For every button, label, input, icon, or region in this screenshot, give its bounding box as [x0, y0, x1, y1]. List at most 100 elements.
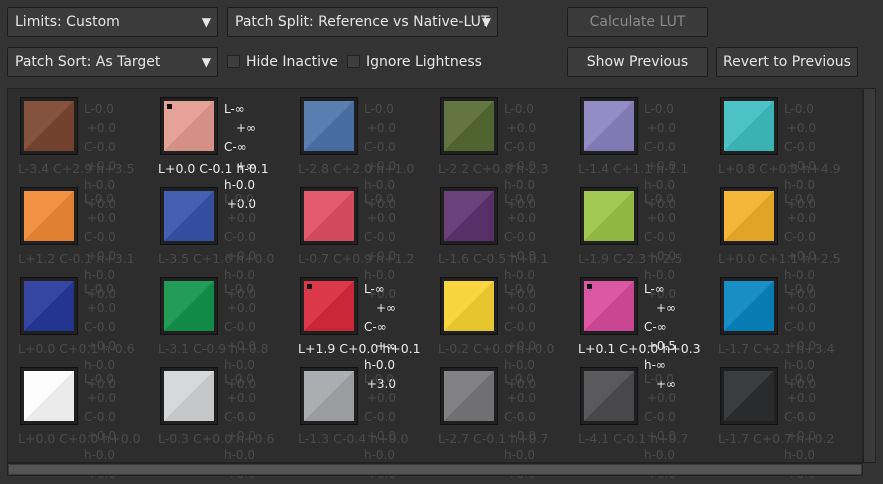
color-patch[interactable]: L-0.0+0.0 C-0.0+0.0 h-0.0+0.0 L-2.2 C+0.8 h…	[428, 89, 568, 211]
patch-limit-c-min: C-0.0	[224, 230, 256, 244]
patch-limit-l: L-0.0 +0.0	[784, 190, 848, 228]
show-previous-button[interactable]: Show Previous	[567, 47, 708, 77]
patch-swatch[interactable]	[720, 97, 778, 155]
patch-grid: L-0.0+0.0 C-0.0+0.0 h-0.0+0.0 L-3.4 C+2.9 h…	[7, 88, 863, 481]
color-patch[interactable]: L-0.0+0.0 C-0.0+0.0 h-0.0+0.0 L-1.6 C-0.5 h…	[428, 179, 568, 301]
color-patch[interactable]: L-0.0+0.0 C-0.0+0.0 h-0.0+0.0 L-0.2 C+0.0 h…	[428, 269, 568, 391]
color-patch[interactable]: L-∞+∞ C-∞+∞ h-0.0+0.0 L+0.0 C-0.1 h-0.1	[148, 89, 288, 211]
patch-swatch[interactable]	[720, 367, 778, 425]
patch-limit-l: L-0.0 +0.0	[644, 100, 708, 138]
color-patch[interactable]: L-0.0+0.0 C-0.0+0.0 h-0.0+0.0 L-3.1 C-0.9 h…	[148, 269, 288, 391]
patch-swatch[interactable]	[300, 367, 358, 425]
vertical-scrollbar[interactable]	[863, 88, 876, 463]
patch-split-dropdown[interactable]: Patch Split: Reference vs Native-LUT ▼	[227, 7, 498, 37]
active-marker-icon	[307, 284, 312, 289]
patch-limit-c-min: C-0.0	[364, 230, 396, 244]
patch-swatch[interactable]	[300, 187, 358, 245]
color-patch[interactable]: L-0.0+0.0 C-0.0+0.0 h-0.0+0.0 L+1.2 C-0.1 h…	[8, 179, 148, 301]
color-patch[interactable]: L-0.0+0.0 C-0.0+0.0 h-0.0+0.0 L-1.4 C+1.1 h…	[568, 89, 708, 211]
color-patch[interactable]: L-0.0+0.0C-0.0+0.0h-0.0+0.0L-4.1 C-0.1 h…	[568, 359, 708, 481]
patch-limit-l: L-0.0 +0.0	[504, 280, 568, 318]
patch-swatch[interactable]	[160, 187, 218, 245]
patch-limit-l: L-0.0 +0.0	[224, 370, 288, 408]
patch-swatch[interactable]	[20, 187, 78, 245]
patch-swatch[interactable]	[580, 187, 638, 245]
patch-swatch[interactable]	[440, 187, 498, 245]
patch-swatch-color	[724, 281, 774, 331]
patch-limit-l-min: L-0.0	[504, 192, 534, 206]
patch-limit-l-min: L-0.0	[84, 102, 114, 116]
color-patch[interactable]: L-0.0+0.0C-0.0+0.0h-0.0+0.0L+0.0 C+0.0 h…	[8, 359, 148, 481]
patch-swatch[interactable]	[300, 277, 358, 335]
horizontal-scrollbar[interactable]	[7, 463, 863, 476]
patch-swatch-color	[164, 191, 214, 241]
patch-swatch-color	[304, 371, 354, 421]
patch-limit-l-max: +0.0	[786, 391, 816, 405]
patch-limit-l-max: +∞	[655, 301, 676, 315]
patch-swatch[interactable]	[20, 277, 78, 335]
patch-swatch-color	[584, 101, 634, 151]
active-marker-icon	[587, 284, 592, 289]
ignore-lightness-checkbox-box[interactable]	[347, 55, 360, 68]
patch-delta: L-1.7 C+2.1 h+3.4	[718, 341, 835, 356]
patch-swatch[interactable]	[160, 97, 218, 155]
patch-swatch[interactable]	[580, 97, 638, 155]
patch-sort-dropdown[interactable]: Patch Sort: As Target ▼	[7, 47, 218, 77]
color-patch[interactable]: L-0.0+0.0C-0.0+0.0h-0.0+0.0L-2.7 C-0.1 h…	[428, 359, 568, 481]
patch-sort-dropdown-label: Patch Sort: As Target	[15, 54, 161, 70]
patch-swatch[interactable]	[20, 367, 78, 425]
patch-limit-l: L-0.0 +0.0	[784, 100, 848, 138]
ignore-lightness-checkbox[interactable]: Ignore Lightness	[347, 53, 482, 71]
color-patch[interactable]: L-0.0+0.0 C-0.0+0.0 h-0.0+0.0 L-1.9 C-2.3 h…	[568, 179, 708, 301]
color-patch[interactable]: L-∞+∞ C-∞+0.5 h-∞+∞ L+0.1 C+0.0 h+0.3	[568, 269, 708, 391]
color-patch[interactable]: L-0.0+0.0 C-0.0+0.0 h-0.0+0.0 L-1.7 C+2.1 h…	[708, 269, 848, 391]
hide-inactive-checkbox[interactable]: Hide Inactive	[227, 53, 338, 71]
patch-swatch-color	[724, 101, 774, 151]
patch-limit-l-max: +0.0	[366, 121, 396, 135]
calculate-lut-button[interactable]: Calculate LUT	[567, 7, 708, 37]
color-patch[interactable]: L-0.0+0.0 C-0.0+0.0 h-0.0+0.0 L+0.0 C+0.1 h…	[8, 269, 148, 391]
patch-limit-c-min: C-0.0	[784, 320, 816, 334]
patch-limit-l: L-0.0 +0.0	[84, 370, 148, 408]
patch-limit-l-min: L-0.0	[224, 282, 254, 296]
patch-limit-c-min: C-0.0	[644, 230, 676, 244]
limits-dropdown[interactable]: Limits: Custom ▼	[7, 7, 218, 37]
patch-limit-c-min: C-0.0	[84, 410, 116, 424]
patch-swatch[interactable]	[440, 277, 498, 335]
patch-limit-l-max: +0.0	[786, 301, 816, 315]
patch-swatch[interactable]	[440, 97, 498, 155]
patch-swatch-color	[24, 191, 74, 241]
hide-inactive-checkbox-box[interactable]	[227, 55, 240, 68]
patch-swatch[interactable]	[580, 367, 638, 425]
color-patch[interactable]: L-0.0+0.0 C-0.0+0.0 h-0.0+0.0 L-0.7 C+0.9 h…	[288, 179, 428, 301]
patch-limit-l-max: +∞	[375, 301, 396, 315]
color-patch[interactable]: L-∞+∞ C-∞+∞ h-0.0+3.0 L+1.9 C+0.0 h+0.1	[288, 269, 428, 391]
color-patch[interactable]: L-0.0+0.0 C-0.0+0.0 h-0.0+0.0 L-2.8 C+2.0 h…	[288, 89, 428, 211]
color-patch[interactable]: L-0.0+0.0C-0.0+0.0h-0.0+0.0L-1.7 C+0.7 h…	[708, 359, 848, 481]
revert-to-previous-button[interactable]: Revert to Previous	[716, 47, 858, 77]
patch-swatch[interactable]	[160, 277, 218, 335]
patch-swatch-color	[724, 371, 774, 421]
color-patch[interactable]: L-0.0+0.0 C-0.0+0.0 h-0.0+0.0 L+0.8 C+0.3 h…	[708, 89, 848, 211]
patch-swatch[interactable]	[440, 367, 498, 425]
patch-swatch-color	[24, 101, 74, 151]
patch-limit-l-min: L-0.0	[224, 372, 254, 386]
patch-swatch-color	[444, 191, 494, 241]
patch-swatch[interactable]	[720, 277, 778, 335]
patch-delta: L-2.2 C+0.8 h-2.3	[438, 161, 549, 176]
patch-swatch[interactable]	[720, 187, 778, 245]
color-patch[interactable]: L-0.0+0.0 C-0.0+0.0 h-0.0+0.0 L-3.4 C+2.9 h…	[8, 89, 148, 211]
color-patch[interactable]: L-0.0+0.0C-0.0+0.0h-0.0+0.0L-1.3 C-0.4 h…	[288, 359, 428, 481]
patch-swatch-color	[164, 371, 214, 421]
patch-swatch[interactable]	[20, 97, 78, 155]
patch-limit-c-min: C-0.0	[84, 320, 116, 334]
patch-swatch[interactable]	[300, 97, 358, 155]
color-patch[interactable]: L-0.0+0.0 C-0.0+0.0 h-0.0+0.0 L+0.0 C+1.1 h…	[708, 179, 848, 301]
horizontal-scrollbar-thumb[interactable]	[9, 465, 861, 474]
patch-swatch[interactable]	[580, 277, 638, 335]
color-patch[interactable]: L-0.0+0.0 C-0.0+0.0 h-0.0+0.0 L-3.5 C+1.6 h…	[148, 179, 288, 301]
color-patch[interactable]: L-0.0+0.0C-0.0+0.0h-0.0+0.0L-0.3 C+0.0 h…	[148, 359, 288, 481]
patch-limit-l: L-0.0 +0.0	[504, 190, 568, 228]
patch-limit-l: L-0.0 +0.0	[224, 280, 288, 318]
patch-swatch[interactable]	[160, 367, 218, 425]
